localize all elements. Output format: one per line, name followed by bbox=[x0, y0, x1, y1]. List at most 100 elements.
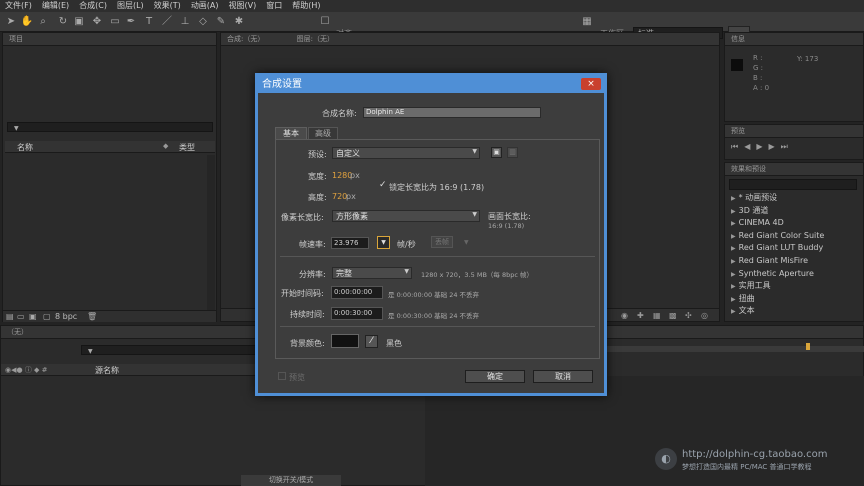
text-tool-icon[interactable]: T bbox=[142, 15, 156, 29]
clone-tool-icon[interactable]: ⊥ bbox=[178, 15, 192, 29]
render-icon[interactable]: ✣ bbox=[685, 311, 692, 320]
column-type[interactable]: 类型 bbox=[179, 142, 195, 153]
preview-checkbox[interactable] bbox=[278, 372, 286, 380]
effect-category-item[interactable]: ▶ Red Giant Color Suite bbox=[725, 230, 863, 243]
menu-item-8[interactable]: 帮助(H) bbox=[287, 0, 325, 12]
switch-mode-toggle[interactable]: 切换开关/模式 bbox=[241, 475, 341, 486]
pixel-aspect-select[interactable]: 方形像素 ▼ bbox=[332, 210, 480, 222]
expand-arrow-icon[interactable]: ▶ bbox=[731, 233, 736, 240]
transparency-icon[interactable]: ▩ bbox=[669, 311, 677, 320]
column-name[interactable]: 名称 bbox=[17, 142, 33, 153]
width-label: 宽度: bbox=[308, 172, 327, 181]
project-tab[interactable]: 项目 bbox=[3, 33, 216, 46]
expand-arrow-icon[interactable]: ▶ bbox=[731, 245, 736, 252]
effect-category-item[interactable]: ▶ 文本 bbox=[725, 305, 863, 318]
work-area-end-marker[interactable] bbox=[806, 343, 810, 350]
expand-arrow-icon[interactable]: ▶ bbox=[731, 296, 736, 303]
menu-item-6[interactable]: 视图(V) bbox=[224, 0, 262, 12]
info-panel: 信息 R :G :B :A : 0 Y: 173 bbox=[724, 32, 864, 122]
expand-arrow-icon[interactable]: ▶ bbox=[731, 271, 736, 278]
dolphin-logo-icon: ◐ bbox=[655, 448, 677, 470]
start-timecode-input[interactable]: 0:00:00:00 bbox=[331, 286, 383, 299]
preview-tab[interactable]: 预览 bbox=[725, 125, 863, 138]
menu-item-4[interactable]: 效果(T) bbox=[149, 0, 186, 12]
effect-category-item[interactable]: ▶ 3D 通道 bbox=[725, 205, 863, 218]
height-value[interactable]: 720 bbox=[332, 192, 347, 201]
preset-select[interactable]: 自定义 ▼ bbox=[332, 147, 480, 159]
channel-icon[interactable]: ✚ bbox=[637, 311, 644, 320]
ok-button[interactable]: 确定 bbox=[465, 370, 525, 383]
chevron-down-icon: ▼ bbox=[404, 268, 409, 275]
interpret-footage-icon[interactable]: ▤ bbox=[6, 312, 14, 321]
pen-tool-icon[interactable]: ✒ bbox=[124, 15, 138, 29]
snapshot-icon[interactable]: ◉ bbox=[621, 311, 628, 320]
region-icon[interactable]: ▦ bbox=[653, 311, 661, 320]
resolution-select[interactable]: 完整 ▼ bbox=[332, 267, 412, 279]
bpc-label[interactable]: 8 bpc bbox=[55, 312, 77, 321]
expand-arrow-icon[interactable]: ▶ bbox=[731, 208, 736, 215]
hand-tool-icon[interactable]: ✋ bbox=[20, 15, 34, 29]
trash-icon[interactable]: 🗑 bbox=[87, 312, 97, 321]
frame-rate-input[interactable]: 23.976 bbox=[331, 237, 369, 249]
expand-arrow-icon[interactable]: ▶ bbox=[731, 308, 736, 315]
menu-item-5[interactable]: 动画(A) bbox=[186, 0, 224, 12]
menu-item-2[interactable]: 合成(C) bbox=[74, 0, 112, 12]
grid-icon[interactable]: ▦ bbox=[580, 15, 594, 29]
flowchart-icon[interactable]: ◎ bbox=[701, 311, 708, 320]
tab-basic[interactable]: 基本 bbox=[275, 127, 307, 139]
selection-tool-icon[interactable]: ➤ bbox=[4, 15, 18, 29]
effect-category-item[interactable]: ▶ Synthetic Aperture bbox=[725, 268, 863, 281]
snap-checkbox-icon[interactable]: ☐ bbox=[318, 15, 332, 29]
column-source-name[interactable]: 源名称 bbox=[95, 365, 119, 376]
delete-preset-icon[interactable]: ▥ bbox=[507, 147, 518, 158]
save-preset-icon[interactable]: ▣ bbox=[491, 147, 502, 158]
playback-controls[interactable]: ⏮◀▶▶⏭ bbox=[731, 142, 794, 152]
eyedropper-icon[interactable]: ⁄ bbox=[365, 335, 378, 348]
info-tab[interactable]: 信息 bbox=[725, 33, 863, 46]
effect-category-item[interactable]: ▶ * 动画预设 bbox=[725, 192, 863, 205]
effect-category-item[interactable]: ▶ CINEMA 4D bbox=[725, 217, 863, 230]
menu-item-1[interactable]: 编辑(E) bbox=[37, 0, 74, 12]
zoom-tool-icon[interactable]: ⌕ bbox=[36, 15, 50, 29]
cancel-button[interactable]: 取消 bbox=[533, 370, 593, 383]
project-search-input[interactable]: ▼ bbox=[7, 122, 213, 132]
eraser-tool-icon[interactable]: ◇ bbox=[196, 15, 210, 29]
new-comp-icon[interactable]: ▣ bbox=[29, 312, 37, 321]
effect-category-item[interactable]: ▶ 实用工具 bbox=[725, 280, 863, 293]
project-scrollbar[interactable] bbox=[207, 155, 215, 310]
effect-category-item[interactable]: ▶ Red Giant LUT Buddy bbox=[725, 242, 863, 255]
close-icon[interactable]: × bbox=[581, 78, 601, 90]
brush-tool-icon[interactable]: ／ bbox=[160, 15, 174, 29]
menu-item-7[interactable]: 窗口 bbox=[261, 0, 287, 12]
duration-input[interactable]: 0:00:30:00 bbox=[331, 307, 383, 320]
effect-category-item[interactable]: ▶ 扭曲 bbox=[725, 293, 863, 306]
dialog-title-bar[interactable]: 合成设置 bbox=[258, 76, 604, 93]
menu-item-3[interactable]: 图层(L) bbox=[112, 0, 149, 12]
new-folder-icon[interactable]: ▭ bbox=[17, 312, 25, 321]
composition-tab[interactable]: 合成:（无） bbox=[227, 35, 264, 43]
pan-tool-icon[interactable]: ✥ bbox=[90, 15, 104, 29]
effect-category-item[interactable]: ▶ Red Giant MisFire bbox=[725, 255, 863, 268]
tab-advanced[interactable]: 高级 bbox=[308, 127, 338, 139]
expand-arrow-icon[interactable]: ▶ bbox=[731, 220, 736, 227]
rotate-tool-icon[interactable]: ↻ bbox=[56, 15, 70, 29]
comp-name-input[interactable]: Dolphin AE bbox=[363, 107, 541, 118]
effects-search-input[interactable] bbox=[729, 179, 857, 190]
expand-arrow-icon[interactable]: ▶ bbox=[731, 283, 736, 290]
tag-icon: ◆ bbox=[163, 142, 169, 150]
lock-aspect-checkbox[interactable]: ✓ bbox=[379, 180, 387, 190]
mask-tool-icon[interactable]: ▭ bbox=[108, 15, 122, 29]
menu-item-0[interactable]: 文件(F) bbox=[0, 0, 37, 12]
layer-tab[interactable]: 图层:（无） bbox=[297, 35, 334, 43]
timeline-search-input[interactable]: ▼ bbox=[81, 345, 261, 355]
frame-rate-dropdown-icon[interactable]: ▼ bbox=[377, 236, 390, 249]
puppet-tool-icon[interactable]: ✱ bbox=[232, 15, 246, 29]
effects-tab[interactable]: 效果和预设 bbox=[725, 163, 863, 176]
expand-arrow-icon[interactable]: ▶ bbox=[731, 195, 736, 202]
effects-list: ▶ * 动画预设 ▶ 3D 通道 ▶ CINEMA 4D ▶ Red Giant Color … bbox=[725, 192, 863, 318]
drop-frame-select[interactable]: 丢帧 bbox=[431, 236, 453, 248]
roto-tool-icon[interactable]: ✎ bbox=[214, 15, 228, 29]
bg-color-swatch[interactable] bbox=[331, 334, 359, 348]
expand-arrow-icon[interactable]: ▶ bbox=[731, 258, 736, 265]
camera-tool-icon[interactable]: ▣ bbox=[72, 15, 86, 29]
